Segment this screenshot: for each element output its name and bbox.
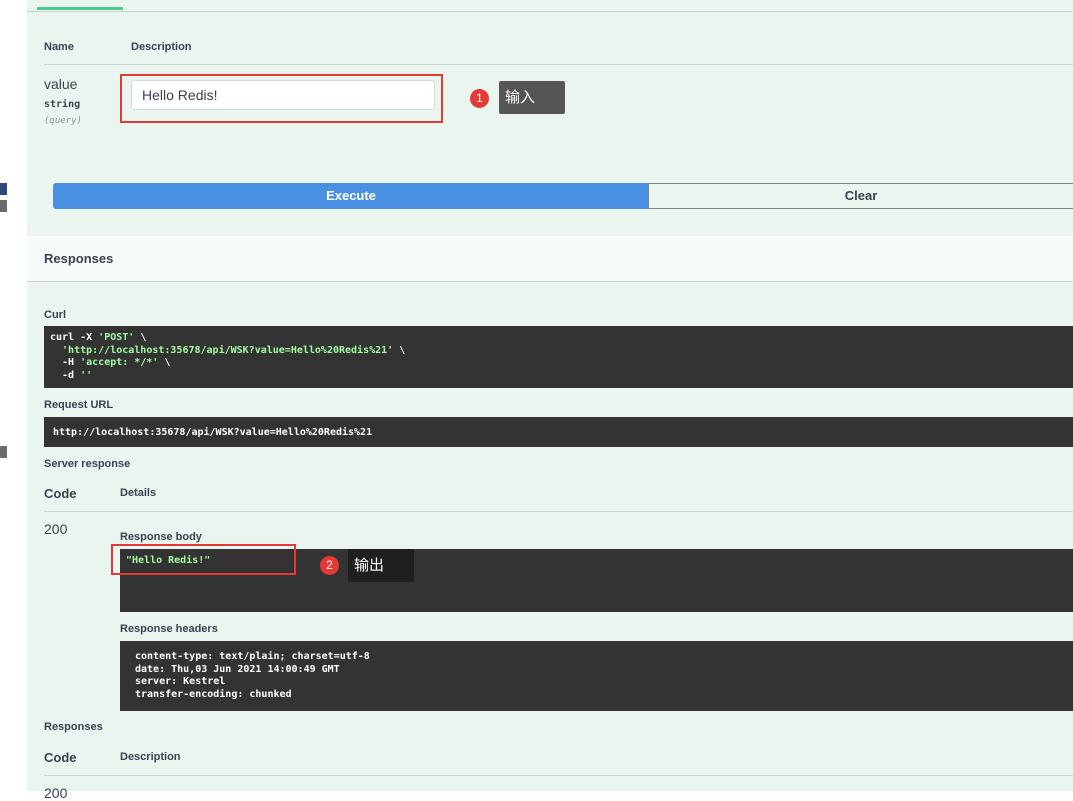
input-highlight-box	[120, 74, 443, 123]
response-header-line: content-type: text/plain; charset=utf-8	[135, 651, 370, 662]
col-header-code: Code	[44, 750, 77, 765]
col-header-code: Code	[44, 486, 77, 501]
responses-bar	[27, 236, 1073, 282]
responses-section-title: Responses	[44, 721, 103, 733]
clear-button[interactable]: Clear	[648, 183, 1073, 209]
execute-button[interactable]: Execute	[53, 183, 649, 209]
responses-title: Responses	[44, 251, 114, 266]
param-type: string	[44, 99, 81, 110]
response-header-line: transfer-encoding: chunked	[135, 688, 292, 700]
edge-chip	[0, 183, 7, 195]
response-code: 200	[44, 785, 68, 801]
divider	[44, 64, 1073, 65]
annotation-input-label: 输入	[499, 81, 565, 114]
col-header-details: Details	[120, 487, 157, 499]
request-url-block[interactable]: http://localhost:35678/api/WSK?value=Hel…	[44, 417, 1073, 447]
response-header-line: server: Kestrel	[135, 676, 226, 687]
param-name: value	[44, 76, 78, 92]
curl-label: Curl	[44, 309, 66, 321]
annotation-output-label: 输出	[348, 549, 414, 582]
divider	[44, 775, 1073, 776]
request-url-value: http://localhost:35678/api/WSK?value=Hel…	[53, 427, 373, 438]
col-header-description: Description	[120, 751, 181, 763]
left-edge-strip	[0, 0, 28, 791]
status-code: 200	[44, 521, 68, 537]
edge-chip	[0, 200, 7, 212]
active-tab-indicator	[37, 7, 123, 10]
response-headers-label: Response headers	[120, 623, 218, 635]
response-headers-block[interactable]: content-type: text/plain; charset=utf-8 …	[120, 641, 1073, 711]
response-body-label: Response body	[120, 531, 202, 543]
divider	[44, 511, 1073, 512]
divider	[27, 11, 1073, 12]
server-response-label: Server response	[44, 458, 131, 470]
annotation-badge-1: 1	[470, 89, 489, 108]
annotation-badge-2: 2	[320, 556, 339, 575]
params-header-description: Description	[131, 41, 192, 53]
params-header-name: Name	[44, 41, 74, 53]
response-header-line: date: Thu,03 Jun 2021 14:00:49 GMT	[135, 663, 340, 675]
curl-code-block[interactable]: curl -X 'POST' \ 'http://localhost:35678…	[44, 326, 1073, 388]
output-highlight-box	[111, 544, 296, 575]
request-url-label: Request URL	[44, 399, 114, 411]
param-location: (query)	[44, 116, 82, 126]
edge-chip	[0, 446, 7, 458]
